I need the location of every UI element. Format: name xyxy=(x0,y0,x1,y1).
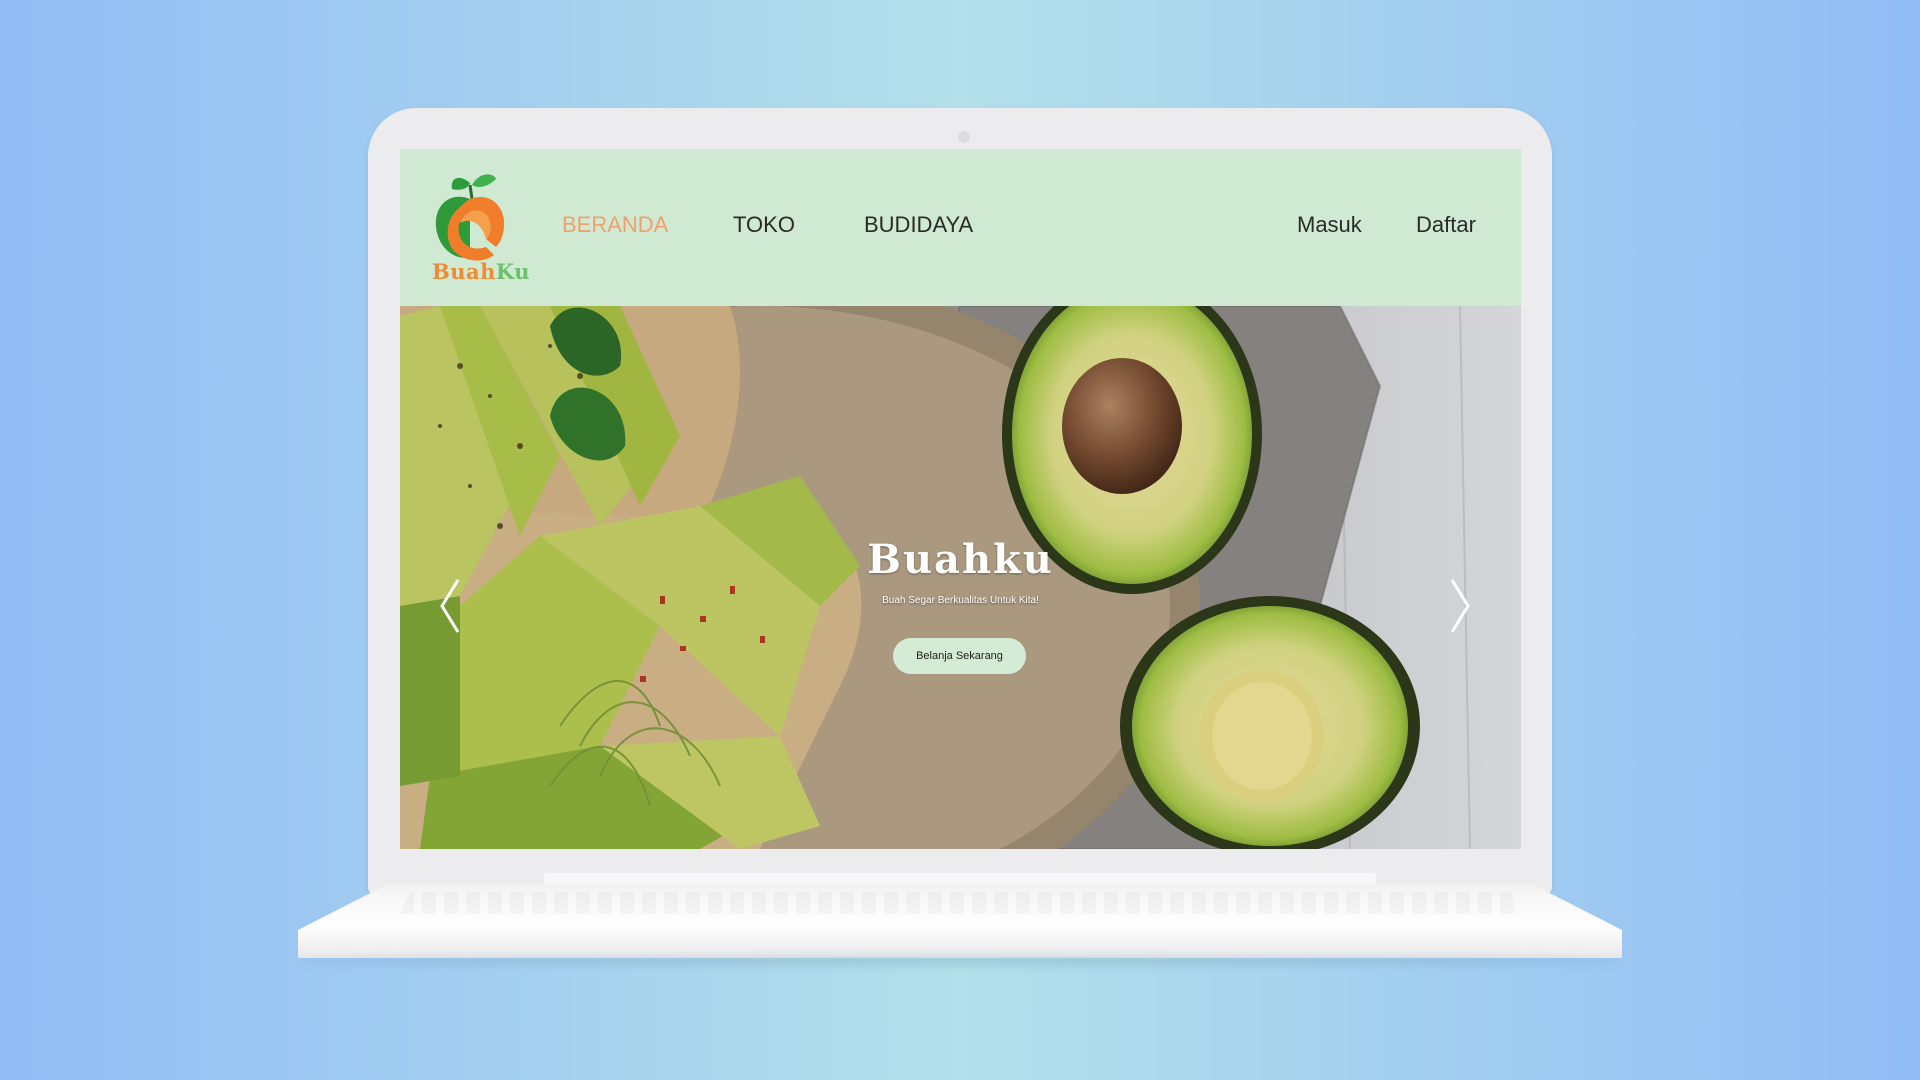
laptop-screen: BuahKu BERANDA TOKO BUDIDAYA Masuk Dafta… xyxy=(400,149,1521,849)
nav-item-beranda[interactable]: BERANDA xyxy=(562,212,668,238)
laptop-shadow xyxy=(300,956,1620,966)
logo-wordmark[interactable]: BuahKu xyxy=(432,259,530,284)
laptop-camera xyxy=(958,131,970,143)
nav-item-budidaya[interactable]: BUDIDAYA xyxy=(864,212,973,238)
logo-text-ku: Ku xyxy=(495,259,530,284)
shop-now-button[interactable]: Belanja Sekarang xyxy=(893,638,1026,674)
login-link[interactable]: Masuk xyxy=(1297,212,1362,238)
register-link[interactable]: Daftar xyxy=(1416,212,1476,238)
logo-text-buah: Buah xyxy=(432,259,496,284)
hero-subtitle: Buah Segar Berkualitas Untuk Kita! xyxy=(882,595,1039,606)
laptop-keyboard xyxy=(400,892,1520,914)
chevron-left-icon[interactable] xyxy=(434,576,464,636)
chevron-right-icon[interactable] xyxy=(1446,576,1476,636)
navbar: BuahKu BERANDA TOKO BUDIDAYA Masuk Dafta… xyxy=(400,149,1521,306)
hero-carousel: Buahku Buah Segar Berkualitas Untuk Kita… xyxy=(400,306,1521,849)
laptop-hinge xyxy=(544,873,1376,885)
hero-title: Buahku xyxy=(867,536,1054,583)
nav-item-toko[interactable]: TOKO xyxy=(733,212,795,238)
